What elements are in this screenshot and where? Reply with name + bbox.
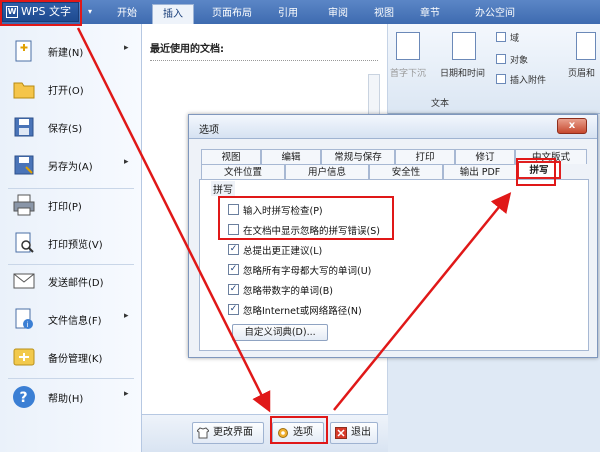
menu-label-save: 保存(S) [48,124,83,135]
printer-icon [13,194,35,216]
menu-item-backup[interactable]: 备份管理(K) [0,338,142,376]
checkbox-checked[interactable]: ✓ [228,264,239,275]
option-label: 总提出更正建议(L) [243,246,323,257]
menu-item-file-info[interactable]: i 文件信息(F) ▸ [0,300,142,338]
menu-label-print-preview: 打印预览(V) [48,240,103,251]
object-icon[interactable] [496,54,506,64]
tab-dlg-output-pdf[interactable]: 输出 PDF [443,164,517,179]
save-as-icon [14,155,34,175]
submenu-arrow-icon: ▸ [124,311,129,321]
submenu-arrow-icon: ▸ [124,389,129,399]
menu-item-print-preview[interactable]: 打印预览(V) [0,224,142,262]
help-icon: ? [13,386,35,408]
menu-item-print[interactable]: 打印(P) [0,186,142,224]
checkbox-checked[interactable]: ✓ [228,284,239,295]
tab-review[interactable]: 审阅 [318,4,358,24]
tab-dlg-security[interactable]: 安全性 [369,164,443,179]
recent-divider [150,60,378,61]
open-folder-icon [13,82,35,99]
highlight-options-button [270,416,328,444]
field-label[interactable]: 域 [510,31,519,44]
exit-icon [335,427,347,439]
change-interface-label: 更改界面 [213,427,253,438]
object-label[interactable]: 对象 [510,53,528,66]
dialog-title: 选项 [199,125,219,136]
recent-documents-title: 最近使用的文档: [150,44,224,55]
tab-dlg-user-info[interactable]: 用户信息 [285,164,369,179]
header-footer-label[interactable]: 页眉和 [568,66,595,79]
file-menu-bottom-bar: 更改界面 选项 退出 [142,414,388,452]
menu-label-send-mail: 发送邮件(D) [48,278,104,289]
tab-chapter[interactable]: 章节 [410,4,450,24]
insert-attachment-label[interactable]: 插入附件 [510,73,546,86]
ribbon-group-text-label: 文本 [430,99,449,109]
spelling-section-label: 拼写 [211,181,235,196]
menu-label-help: 帮助(H) [48,394,84,405]
mail-icon [13,273,35,289]
file-info-icon: i [15,308,33,329]
option-label: 忽略带数字的单词(B) [243,286,333,297]
drop-cap-label[interactable]: 首字下沉 [390,66,426,79]
header-footer-icon[interactable] [576,32,596,60]
tab-page-layout[interactable]: 页面布局 [200,4,264,24]
backup-icon [13,348,35,366]
menu-label-backup: 备份管理(K) [48,354,103,365]
tab-insert[interactable]: 插入 [152,4,194,24]
option-label: 忽略Internet或网络路径(N) [243,306,362,317]
menu-item-help[interactable]: ? 帮助(H) ▸ [0,378,142,416]
tab-home[interactable]: 开始 [108,4,146,24]
attachment-icon[interactable] [496,74,506,84]
file-menu: 新建(N) ▸ 打开(O) 保存(S) 另存为(A) ▸ 打印(P) 打印预览(… [0,24,142,452]
print-preview-icon [15,232,34,253]
exit-button[interactable]: 退出 [330,422,378,444]
menu-item-open[interactable]: 打开(O) [0,70,142,108]
tab-dlg-revision[interactable]: 修订 [455,149,515,164]
drop-cap-icon[interactable] [396,32,420,60]
menu-item-send-mail[interactable]: 发送邮件(D) [0,262,142,300]
tab-view[interactable]: 视图 [364,4,404,24]
highlight-app-button [0,0,82,26]
option-label: 忽略所有字母都大写的单词(U) [243,266,372,277]
new-document-icon [15,40,32,62]
tab-dlg-print[interactable]: 打印 [395,149,455,164]
tab-dlg-edit[interactable]: 编辑 [261,149,321,164]
calendar-icon[interactable] [452,32,476,60]
dialog-title-bar: 选项 x [189,115,597,139]
title-bar: W WPS 文字 ▾ 开始 插入 页面布局 引用 审阅 视图 章节 办公空间 [0,0,600,24]
date-time-label[interactable]: 日期和时间 [440,66,485,79]
tab-dlg-file-location[interactable]: 文件位置 [201,164,285,179]
exit-label: 退出 [351,427,371,438]
submenu-arrow-icon: ▸ [124,43,129,53]
field-icon[interactable] [496,32,506,42]
tab-office-space[interactable]: 办公空间 [460,4,530,24]
save-disk-icon [14,117,34,137]
change-interface-button[interactable]: 更改界面 [192,422,264,444]
menu-item-save-as[interactable]: 另存为(A) ▸ [0,146,142,184]
menu-label-print: 打印(P) [48,202,82,213]
menu-label-open: 打开(O) [48,86,84,97]
ribbon-insert: 首字下沉 日期和时间 域 对象 插入附件 页眉和 [380,24,600,114]
custom-dictionary-button[interactable]: 自定义词典(D)... [232,324,328,341]
tab-references[interactable]: 引用 [268,4,308,24]
highlight-spelling-options [218,196,394,240]
shirt-icon [197,427,209,439]
app-dropdown-arrow-icon[interactable]: ▾ [84,4,96,20]
menu-item-save[interactable]: 保存(S) [0,108,142,146]
submenu-arrow-icon: ▸ [124,157,129,167]
menu-label-file-info: 文件信息(F) [48,316,102,327]
checkbox-checked[interactable]: ✓ [228,244,239,255]
svg-text:i: i [27,321,29,329]
highlight-spelling-tab [516,158,556,186]
menu-item-new[interactable]: 新建(N) ▸ [0,32,142,70]
tab-dlg-general-save[interactable]: 常规与保存 [321,149,395,164]
menu-label-new: 新建(N) [48,48,84,59]
checkbox-checked[interactable]: ✓ [228,304,239,315]
svg-text:?: ? [20,390,28,406]
tab-dlg-view[interactable]: 视图 [201,149,261,164]
menu-label-save-as: 另存为(A) [48,162,93,173]
close-icon[interactable]: x [557,118,587,134]
